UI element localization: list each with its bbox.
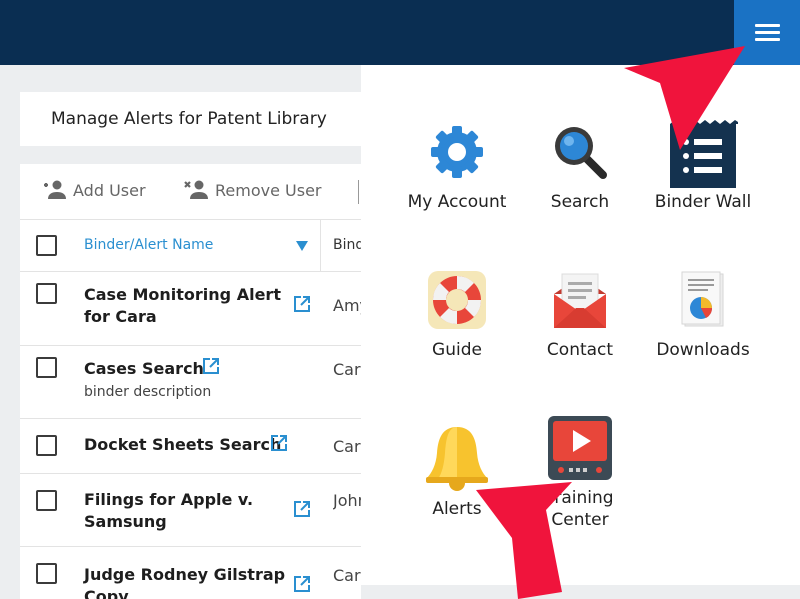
document-chart-icon <box>681 271 724 327</box>
external-link-icon[interactable] <box>292 574 312 594</box>
alert-name[interactable]: Case Monitoring Alert for Cara <box>84 284 281 328</box>
table-header: Binder/Alert Name Binder <box>20 220 361 272</box>
menu-item-label: Search <box>550 192 610 212</box>
menu-item-contact[interactable]: Contact <box>510 268 650 368</box>
binder-cell: Amy <box>333 296 361 315</box>
select-all-checkbox[interactable] <box>36 235 57 256</box>
add-user-label: Add User <box>73 180 146 200</box>
alerts-manager-panel: Manage Alerts for Patent Library Add Use… <box>0 65 361 599</box>
alerts-table: Add User Remove User Binder/Alert Name B… <box>20 164 361 599</box>
row-checkbox[interactable] <box>36 357 57 378</box>
menu-item-label: My Account <box>407 192 507 212</box>
lifebuoy-icon <box>428 271 486 329</box>
binder-cell: Cara <box>333 437 361 456</box>
external-link-icon[interactable] <box>292 294 312 314</box>
table-row[interactable]: Judge Rodney Gilstrap Copy Cara <box>20 547 361 599</box>
binder-cell: Cara <box>333 566 361 585</box>
toolbar-divider <box>358 180 359 204</box>
annotation-arrow-icon <box>624 46 745 150</box>
alert-name[interactable]: Filings for Apple v. Samsung <box>84 489 253 533</box>
annotation-arrow-icon <box>476 482 572 599</box>
table-row[interactable]: Filings for Apple v. Samsung John <box>20 474 361 547</box>
external-link-icon[interactable] <box>269 433 289 453</box>
menu-item-downloads[interactable]: Downloads <box>633 268 773 368</box>
row-checkbox[interactable] <box>36 490 57 511</box>
menu-item-label: Downloads <box>656 340 750 360</box>
column-header-name[interactable]: Binder/Alert Name <box>84 237 213 253</box>
table-toolbar: Add User Remove User <box>20 164 361 220</box>
gear-icon <box>431 126 483 178</box>
menu-item-label: Guide <box>432 340 482 360</box>
hamburger-icon <box>755 24 780 27</box>
binder-cell: John <box>333 491 361 510</box>
menu-item-label: Contact <box>546 340 614 360</box>
add-user-button[interactable]: Add User <box>41 179 146 201</box>
remove-user-button[interactable]: Remove User <box>183 179 321 201</box>
page-title-card: Manage Alerts for Patent Library <box>20 92 361 146</box>
menu-item-guide[interactable]: Guide <box>387 268 527 368</box>
alert-name[interactable]: Judge Rodney Gilstrap Copy <box>84 564 285 599</box>
remove-user-label: Remove User <box>215 180 322 200</box>
add-user-icon <box>44 180 66 199</box>
alert-name[interactable]: Cases Search <box>84 358 204 380</box>
table-row[interactable]: Case Monitoring Alert for Cara Amy <box>20 272 361 346</box>
remove-user-icon <box>184 180 208 199</box>
external-link-icon[interactable] <box>201 356 221 376</box>
page-title: Manage Alerts for Patent Library <box>51 109 327 129</box>
alert-description: binder description <box>84 384 212 400</box>
external-link-icon[interactable] <box>292 499 312 519</box>
binder-cell: Cara <box>333 360 361 379</box>
magnifier-icon <box>555 127 607 179</box>
alert-name[interactable]: Docket Sheets Search <box>84 434 281 456</box>
menu-item-label: Binder Wall <box>654 192 752 212</box>
sort-descending-icon[interactable] <box>296 241 308 251</box>
table-row[interactable]: Cases Search binder description Cara <box>20 346 361 419</box>
row-checkbox[interactable] <box>36 283 57 304</box>
envelope-icon <box>554 273 606 328</box>
row-checkbox[interactable] <box>36 435 57 456</box>
row-checkbox[interactable] <box>36 563 57 584</box>
table-row[interactable]: Docket Sheets Search Cara <box>20 419 361 474</box>
video-player-icon <box>548 416 612 480</box>
column-header-binder[interactable]: Binder <box>333 237 361 253</box>
menu-item-my-account[interactable]: My Account <box>387 120 527 220</box>
